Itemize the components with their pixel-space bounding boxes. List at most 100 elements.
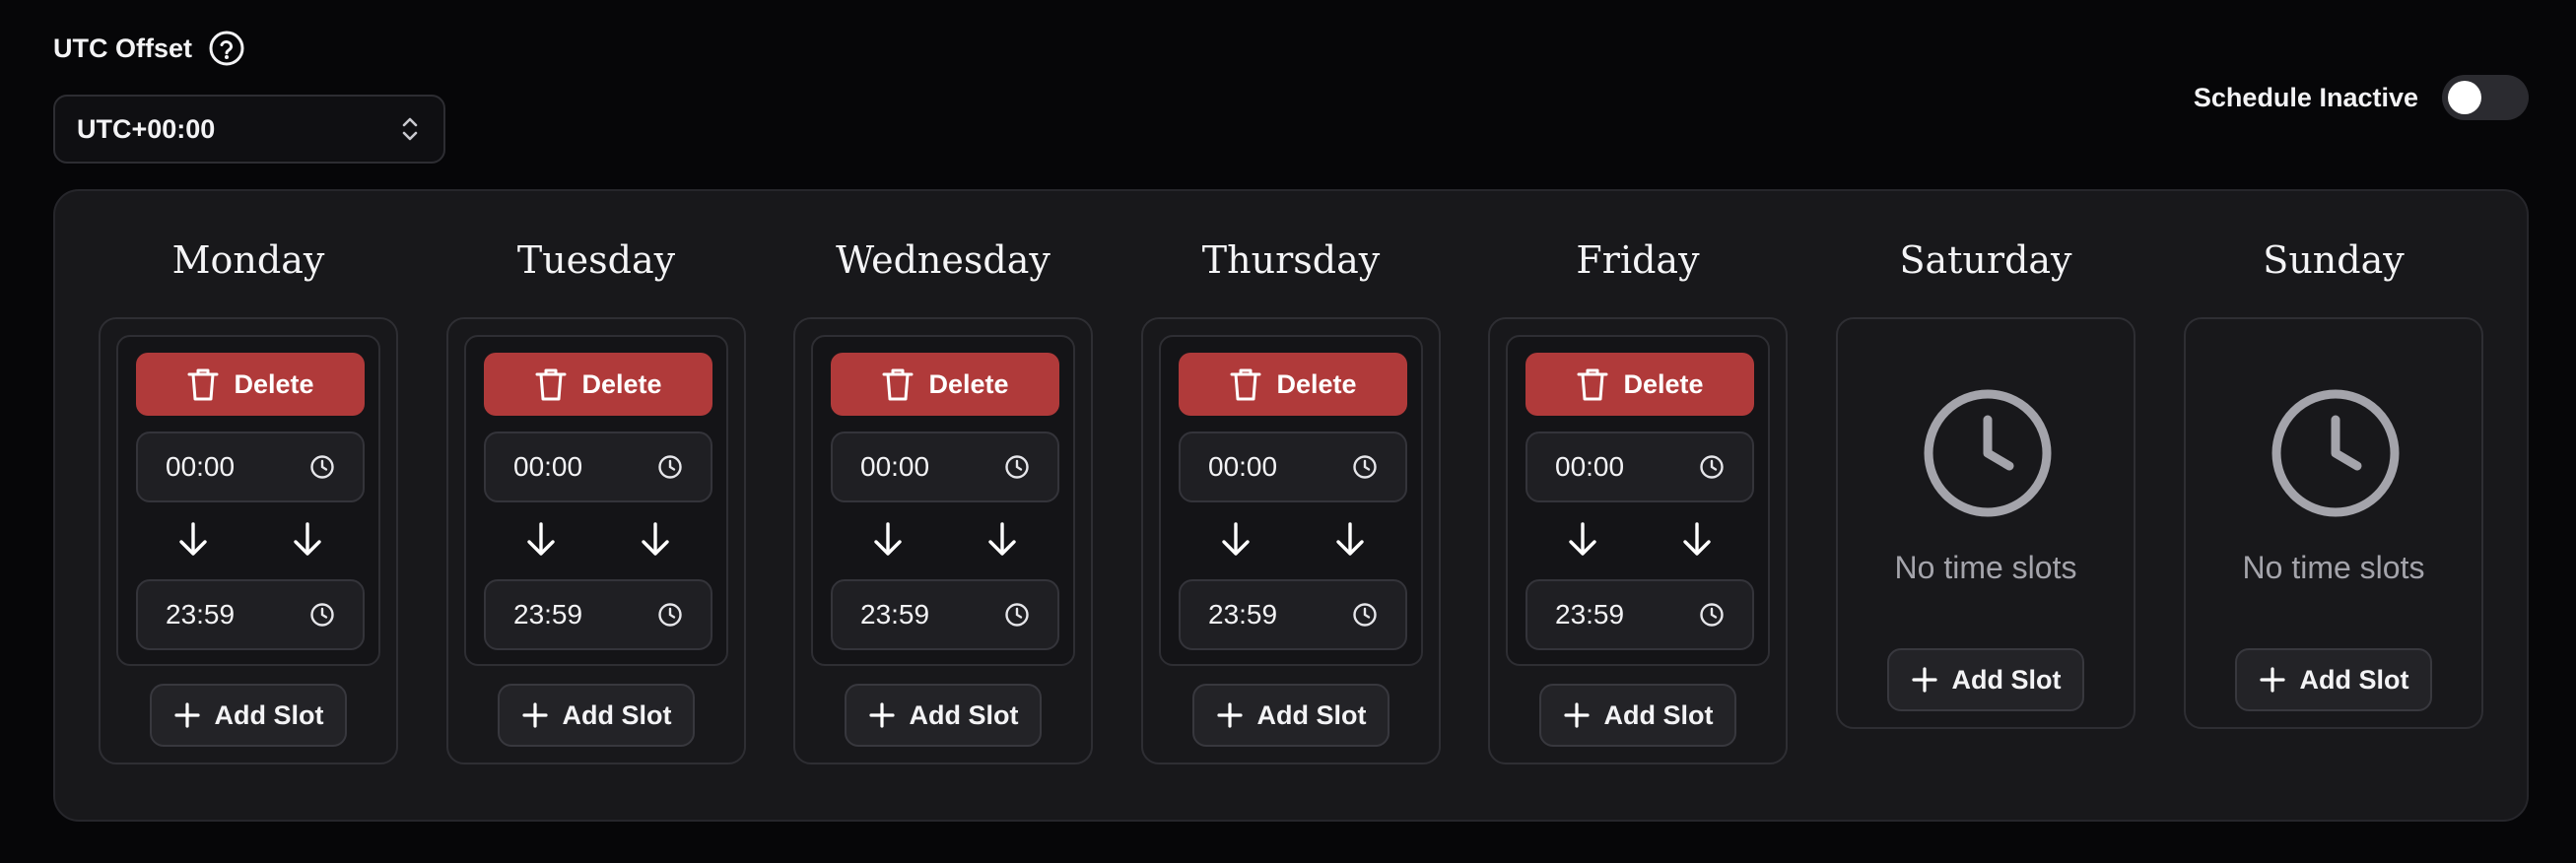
arrow-down-icon bbox=[1565, 520, 1600, 560]
delete-slot-button[interactable]: Delete bbox=[136, 353, 365, 416]
delete-label: Delete bbox=[1276, 368, 1357, 399]
end-time-input[interactable]: 23:59 bbox=[1179, 579, 1407, 650]
end-time-input[interactable]: 23:59 bbox=[1525, 579, 1754, 650]
add-slot-button[interactable]: Add Slot bbox=[1192, 684, 1390, 747]
add-slot-label: Add Slot bbox=[1603, 699, 1714, 730]
day-card: Delete 00:00 23:59 Add Slot bbox=[1488, 317, 1788, 764]
clock-icon bbox=[1004, 602, 1030, 628]
add-slot-button[interactable]: Add Slot bbox=[1539, 684, 1736, 747]
add-slot-button[interactable]: Add Slot bbox=[2235, 648, 2432, 711]
help-icon[interactable] bbox=[208, 30, 245, 67]
plus-icon bbox=[521, 701, 549, 729]
empty-slots-text: No time slots bbox=[1894, 550, 2077, 585]
arrow-down-icon bbox=[638, 520, 673, 560]
plus-icon bbox=[1911, 666, 1938, 694]
end-time-input[interactable]: 23:59 bbox=[484, 579, 712, 650]
time-slot: Delete 00:00 23:59 bbox=[116, 335, 380, 666]
arrow-down-icon bbox=[175, 520, 211, 560]
end-time-value: 23:59 bbox=[860, 599, 930, 630]
chevron-up-down-icon bbox=[398, 114, 422, 144]
start-time-input[interactable]: 00:00 bbox=[136, 432, 365, 502]
delete-label: Delete bbox=[234, 368, 314, 399]
trash-icon bbox=[534, 365, 568, 403]
toggle-knob bbox=[2448, 81, 2481, 114]
arrow-down-icon bbox=[1679, 520, 1715, 560]
weekly-schedule-panel: Monday Delete 00:00 23:59 Add Slot Tuesd… bbox=[53, 189, 2529, 822]
clock-icon bbox=[309, 602, 335, 628]
day-title: Thursday bbox=[1201, 238, 1381, 282]
time-slot: Delete 00:00 23:59 bbox=[464, 335, 728, 666]
utc-offset-label-row: UTC Offset bbox=[53, 30, 245, 67]
start-time-input[interactable]: 00:00 bbox=[1179, 432, 1407, 502]
add-slot-button[interactable]: Add Slot bbox=[1887, 648, 2084, 711]
arrow-row bbox=[136, 514, 365, 565]
start-time-value: 00:00 bbox=[513, 451, 583, 482]
start-time-input[interactable]: 00:00 bbox=[831, 432, 1059, 502]
delete-slot-button[interactable]: Delete bbox=[484, 353, 712, 416]
day-card: Delete 00:00 23:59 Add Slot bbox=[99, 317, 398, 764]
delete-slot-button[interactable]: Delete bbox=[1525, 353, 1754, 416]
end-time-input[interactable]: 23:59 bbox=[136, 579, 365, 650]
start-time-value: 00:00 bbox=[860, 451, 930, 482]
arrow-down-icon bbox=[1332, 520, 1368, 560]
delete-slot-button[interactable]: Delete bbox=[831, 353, 1059, 416]
arrow-row bbox=[1179, 514, 1407, 565]
arrow-row bbox=[484, 514, 712, 565]
clock-icon bbox=[1921, 386, 2055, 520]
time-slot: Delete 00:00 23:59 bbox=[1506, 335, 1770, 666]
delete-slot-button[interactable]: Delete bbox=[1179, 353, 1407, 416]
clock-icon bbox=[657, 454, 683, 480]
day-title: Friday bbox=[1576, 238, 1700, 282]
add-slot-button[interactable]: Add Slot bbox=[845, 684, 1042, 747]
time-slot: Delete 00:00 23:59 bbox=[1159, 335, 1423, 666]
day-title: Wednesday bbox=[836, 238, 1051, 282]
add-slot-label: Add Slot bbox=[909, 699, 1019, 730]
clock-icon bbox=[1699, 602, 1725, 628]
add-slot-button[interactable]: Add Slot bbox=[150, 684, 347, 747]
day-title: Monday bbox=[171, 238, 325, 282]
day-title: Saturday bbox=[1899, 238, 2072, 282]
arrow-down-icon bbox=[870, 520, 906, 560]
add-slot-button[interactable]: Add Slot bbox=[498, 684, 695, 747]
add-slot-label: Add Slot bbox=[2299, 664, 2409, 695]
end-time-input[interactable]: 23:59 bbox=[831, 579, 1059, 650]
arrow-down-icon bbox=[984, 520, 1020, 560]
delete-label: Delete bbox=[1623, 368, 1704, 399]
plus-icon bbox=[1563, 701, 1591, 729]
clock-icon bbox=[657, 602, 683, 628]
day-card: Delete 00:00 23:59 Add Slot bbox=[1141, 317, 1441, 764]
clock-icon bbox=[2269, 386, 2403, 520]
schedule-status-label: Schedule Inactive bbox=[2193, 82, 2418, 112]
day-title: Sunday bbox=[2263, 238, 2405, 282]
start-time-input[interactable]: 00:00 bbox=[1525, 432, 1754, 502]
utc-offset-label: UTC Offset bbox=[53, 33, 192, 63]
delete-label: Delete bbox=[928, 368, 1009, 399]
add-slot-label: Add Slot bbox=[1951, 664, 2062, 695]
day-card: No time slots Add Slot bbox=[1836, 317, 2135, 729]
utc-offset-select[interactable]: UTC+00:00 bbox=[53, 95, 445, 164]
clock-icon bbox=[1352, 602, 1378, 628]
clock-icon bbox=[1352, 454, 1378, 480]
start-time-value: 00:00 bbox=[166, 451, 236, 482]
day-card: Delete 00:00 23:59 Add Slot bbox=[793, 317, 1093, 764]
trash-icon bbox=[1576, 365, 1609, 403]
utc-offset-value: UTC+00:00 bbox=[77, 113, 216, 144]
start-time-input[interactable]: 00:00 bbox=[484, 432, 712, 502]
arrow-row bbox=[831, 514, 1059, 565]
day-card: No time slots Add Slot bbox=[2184, 317, 2483, 729]
clock-icon bbox=[1699, 454, 1725, 480]
end-time-value: 23:59 bbox=[1208, 599, 1278, 630]
end-time-value: 23:59 bbox=[1555, 599, 1625, 630]
arrow-down-icon bbox=[290, 520, 325, 560]
day-card: Delete 00:00 23:59 Add Slot bbox=[446, 317, 746, 764]
delete-label: Delete bbox=[581, 368, 662, 399]
schedule-active-toggle[interactable] bbox=[2442, 75, 2529, 120]
arrow-down-icon bbox=[1218, 520, 1254, 560]
plus-icon bbox=[1216, 701, 1244, 729]
empty-slots-text: No time slots bbox=[2242, 550, 2425, 585]
add-slot-label: Add Slot bbox=[214, 699, 324, 730]
arrow-row bbox=[1525, 514, 1754, 565]
start-time-value: 00:00 bbox=[1208, 451, 1278, 482]
end-time-value: 23:59 bbox=[166, 599, 236, 630]
plus-icon bbox=[868, 701, 896, 729]
